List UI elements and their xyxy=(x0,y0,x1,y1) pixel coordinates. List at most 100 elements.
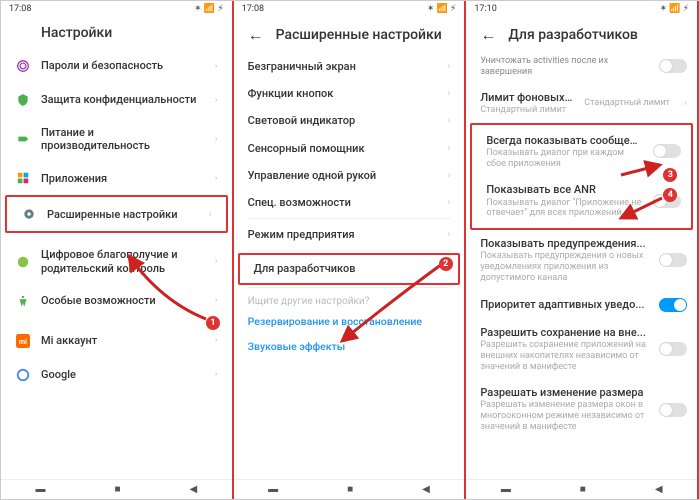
row-sub: Показывать предупреждения о новых уведом… xyxy=(480,251,649,283)
fingerprint-icon xyxy=(15,58,31,74)
search-hint: Ищите другие настройки? xyxy=(234,290,465,309)
apps-icon xyxy=(15,170,31,186)
row-external-storage[interactable]: Разрешить сохранение на вне... Разрешить… xyxy=(466,319,697,380)
status-bar: 17:10 ✶ 📶 ⚡︎ xyxy=(466,1,697,17)
nav-bar: ▬ ■ ◀ xyxy=(466,479,697,499)
row-destroy-activities[interactable]: Уничтожать activities после их завершени… xyxy=(466,53,697,84)
row-google[interactable]: Google › xyxy=(1,358,232,392)
row-developer[interactable]: Для разработчиков › xyxy=(238,253,461,284)
settings-screen: 17:08 ✶ 📶 ⚡︎ Настройки Пароли и безопасн… xyxy=(1,1,234,499)
row-bezel[interactable]: Безграничный экран › xyxy=(234,53,465,80)
row-advanced[interactable]: Расширенные настройки › xyxy=(5,195,228,233)
page-title: Для разработчиков xyxy=(508,27,638,43)
row-label: Показывать все ANR xyxy=(486,183,643,196)
status-time: 17:08 xyxy=(242,4,264,14)
row-adaptive-priority[interactable]: Приоритет адаптивных уведо... xyxy=(466,291,697,319)
row-label: Спец. возможности xyxy=(248,196,438,209)
wellbeing-icon xyxy=(15,254,31,270)
chevron-right-icon: › xyxy=(447,197,450,208)
chevron-right-icon: › xyxy=(215,95,218,106)
nav-home-icon[interactable]: ■ xyxy=(114,484,120,495)
nav-home-icon[interactable]: ■ xyxy=(347,484,353,495)
row-label: Приложения xyxy=(41,172,205,185)
row-label: Для разработчиков xyxy=(254,262,432,275)
toggle-switch[interactable] xyxy=(653,144,681,158)
row-label: Лимит фоновых процессов xyxy=(480,91,574,104)
row-led[interactable]: Световой индикатор › xyxy=(234,107,465,134)
row-show-anr[interactable]: Показывать все ANR Показывать диалог "Пр… xyxy=(472,176,691,226)
row-mi-account[interactable]: mi Mi аккаунт › xyxy=(1,324,232,358)
back-icon[interactable]: ← xyxy=(480,25,496,45)
status-time: 17:10 xyxy=(474,4,496,14)
callout-badge-2: 2 xyxy=(439,257,453,271)
nav-bar: ▬ ■ ◀ xyxy=(234,479,465,499)
row-touch-assist[interactable]: Сенсорный помощник › xyxy=(234,135,465,162)
nav-recent-icon[interactable]: ▬ xyxy=(35,484,45,495)
chevron-right-icon: › xyxy=(209,209,212,220)
nav-recent-icon[interactable]: ▬ xyxy=(501,484,511,495)
toggle-switch[interactable] xyxy=(659,403,687,417)
nav-recent-icon[interactable]: ▬ xyxy=(268,484,278,495)
row-onehand[interactable]: Управление одной рукой › xyxy=(234,162,465,189)
link-sound-effects[interactable]: Звуковые эффекты xyxy=(234,334,465,359)
chevron-right-icon: › xyxy=(447,61,450,72)
row-privacy[interactable]: Защита конфиденциальности › xyxy=(1,83,232,117)
row-label: Питание и производительность xyxy=(41,126,205,152)
status-bar: 17:08 ✶ 📶 ⚡︎ xyxy=(234,1,465,17)
highlighted-group: Всегда показывать сообщени... Показывать… xyxy=(470,123,693,231)
row-label: Управление одной рукой xyxy=(248,169,438,182)
row-sub: Показывать диалог при каждом сбое прилож… xyxy=(486,148,643,170)
chevron-right-icon: › xyxy=(215,295,218,306)
battery-icon xyxy=(15,131,31,147)
shield-icon xyxy=(15,92,31,108)
nav-back-icon[interactable]: ◀ xyxy=(422,484,430,495)
row-apps[interactable]: Приложения › xyxy=(1,161,232,195)
row-sub: Разрешить сохранение приложений на внешн… xyxy=(480,340,649,372)
row-sub: Стандартный лимит xyxy=(480,105,574,116)
chevron-right-icon: › xyxy=(447,115,450,126)
row-label: Уничтожать activities после их завершени… xyxy=(480,56,649,78)
toggle-switch[interactable] xyxy=(659,59,687,73)
chevron-right-icon: › xyxy=(215,61,218,72)
back-icon[interactable]: ← xyxy=(248,25,264,45)
nav-bar: ▬ ■ ◀ xyxy=(1,479,232,499)
row-label: Функции кнопок xyxy=(248,87,438,100)
chevron-right-icon: › xyxy=(215,134,218,145)
chevron-right-icon: › xyxy=(447,170,450,181)
row-passwords[interactable]: Пароли и безопасность › xyxy=(1,49,232,83)
status-icons: ✶ 📶 ⚡︎ xyxy=(194,4,224,14)
callout-badge-1: 1 xyxy=(206,316,220,330)
link-backup[interactable]: Резервирование и восстановление xyxy=(234,309,465,334)
row-label: Разрешать изменение размера xyxy=(480,386,649,399)
row-show-crashes[interactable]: Всегда показывать сообщени... Показывать… xyxy=(472,127,691,177)
nav-back-icon[interactable]: ◀ xyxy=(655,484,663,495)
mi-icon: mi xyxy=(15,333,31,349)
row-warnings[interactable]: Показывать предупреждения... Показывать … xyxy=(466,230,697,291)
developer-options-screen: 17:10 ✶ 📶 ⚡︎ ← Для разработчиков Уничтож… xyxy=(466,1,699,499)
nav-back-icon[interactable]: ◀ xyxy=(189,484,197,495)
toggle-switch[interactable] xyxy=(659,253,687,267)
row-label: Защита конфиденциальности xyxy=(41,93,205,106)
row-label: Световой индикатор xyxy=(248,114,438,127)
row-label: Показывать предупреждения... xyxy=(480,237,649,250)
row-battery[interactable]: Питание и производительность › xyxy=(1,117,232,161)
row-bg-limit[interactable]: Лимит фоновых процессов Стандартный лими… xyxy=(466,84,697,123)
row-wellbeing[interactable]: Цифровое благополучие и родительский кон… xyxy=(1,239,232,283)
row-enterprise[interactable]: Режим предприятия › xyxy=(234,221,465,248)
header: ← Расширенные настройки xyxy=(234,17,465,53)
chevron-right-icon: › xyxy=(215,369,218,380)
row-buttons[interactable]: Функции кнопок › xyxy=(234,80,465,107)
row-label: Цифровое благополучие и родительский кон… xyxy=(41,248,205,274)
status-icons: ✶ 📶 ⚡︎ xyxy=(427,4,457,14)
row-special[interactable]: Спец. возможности › xyxy=(234,189,465,216)
chevron-right-icon: › xyxy=(684,98,687,109)
toggle-switch[interactable] xyxy=(659,342,687,356)
row-accessibility[interactable]: Особые возможности › xyxy=(1,284,232,318)
toggle-switch[interactable] xyxy=(659,298,687,312)
row-label: Режим предприятия xyxy=(248,228,438,241)
row-label: Mi аккаунт xyxy=(41,334,205,347)
chevron-right-icon: › xyxy=(447,88,450,99)
row-resize[interactable]: Разрешать изменение размера Разрешать из… xyxy=(466,379,697,440)
nav-home-icon[interactable]: ■ xyxy=(580,484,586,495)
row-sub: Показывать диалог "Приложение не отвечае… xyxy=(486,198,643,220)
